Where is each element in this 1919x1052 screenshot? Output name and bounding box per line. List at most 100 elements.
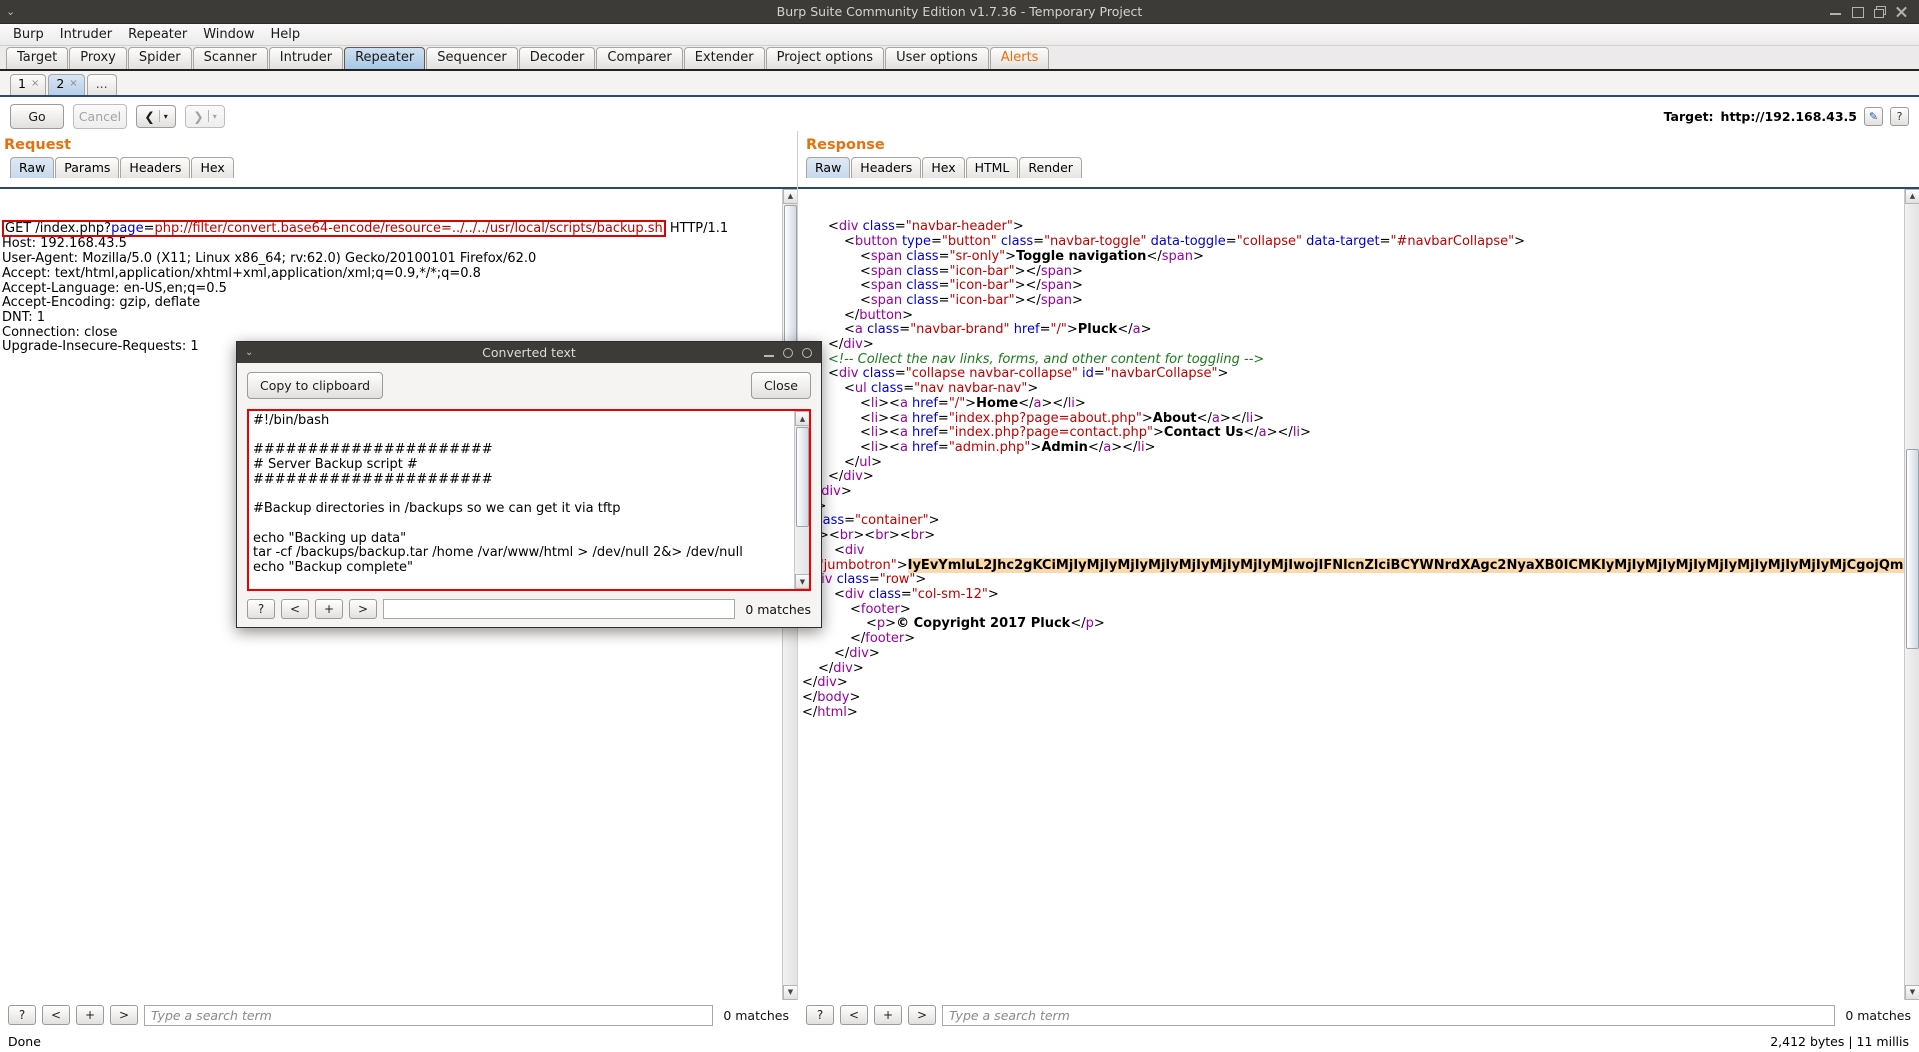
status-left: Done — [8, 1033, 41, 1049]
repeater-tab-new[interactable]: ... — [86, 74, 117, 95]
request-tab-hex[interactable]: Hex — [191, 157, 234, 178]
request-tab-headers[interactable]: Headers — [120, 157, 191, 178]
menu-item-burp[interactable]: Burp — [6, 25, 51, 44]
response-search-input[interactable]: Type a search term — [942, 1004, 1836, 1026]
close-icon[interactable] — [1896, 6, 1907, 17]
window-controls — [1830, 6, 1919, 18]
response-tab-html[interactable]: HTML — [965, 157, 1019, 178]
dialog-search-help-icon[interactable]: ? — [247, 599, 275, 619]
scroll-down-icon[interactable]: ▼ — [1905, 985, 1919, 1000]
repeater-tab-2[interactable]: 2 × — [48, 74, 85, 95]
request-header-accept-language: Accept-Language: en-US,en;q=0.5 — [2, 280, 227, 296]
tab-comparer[interactable]: Comparer — [596, 47, 683, 69]
menu-item-intruder[interactable]: Intruder — [53, 25, 119, 44]
divider — [207, 110, 209, 122]
scroll-down-icon[interactable]: ▼ — [783, 985, 797, 1000]
scrollbar-thumb[interactable] — [796, 427, 809, 527]
repeater-tab-1-close-icon[interactable]: × — [31, 76, 39, 92]
scroll-up-icon[interactable]: ▲ — [1905, 189, 1919, 204]
dialog-vertical-scrollbar[interactable]: ▲ ▼ — [794, 411, 809, 589]
copy-to-clipboard-button[interactable]: Copy to clipboard — [247, 372, 384, 399]
request-header-user-agent: User-Agent: Mozilla/5.0 (X11; Linux x86_… — [2, 251, 537, 267]
response-tab-headers[interactable]: Headers — [851, 157, 922, 178]
tab-user-options[interactable]: User options — [885, 47, 989, 69]
dialog-search-input[interactable] — [383, 599, 736, 619]
scrollbar-thumb[interactable] — [1906, 449, 1919, 649]
dialog-minimize-icon[interactable] — [764, 348, 774, 358]
dialog-maximize-icon[interactable] — [783, 347, 793, 358]
tab-repeater[interactable]: Repeater — [344, 47, 426, 69]
repeater-tab-bar: 1 × 2 × ... — [0, 71, 1919, 97]
back-button[interactable]: ❮ ▾ — [136, 104, 176, 128]
tab-target[interactable]: Target — [6, 47, 69, 69]
response-pane: Response Raw Headers Hex HTML Render <di… — [797, 131, 1919, 1000]
response-title: Response — [806, 137, 885, 153]
tab-extender[interactable]: Extender — [683, 47, 765, 69]
scroll-down-icon[interactable]: ▼ — [795, 574, 809, 589]
request-tab-raw[interactable]: Raw — [10, 157, 55, 178]
request-header-accept: Accept: text/html,application/xhtml+xml,… — [2, 265, 481, 281]
tab-proxy[interactable]: Proxy — [69, 47, 127, 69]
scroll-up-icon[interactable]: ▲ — [795, 411, 809, 426]
maximize-icon[interactable] — [1852, 6, 1864, 18]
response-search-add-icon[interactable]: + — [874, 1005, 902, 1025]
scroll-up-icon[interactable]: ▲ — [783, 189, 797, 204]
request-search-prev-icon[interactable]: < — [42, 1005, 70, 1025]
request-tab-bar: Raw Params Headers Hex — [0, 155, 797, 178]
response-tab-render[interactable]: Render — [1019, 157, 1082, 178]
tab-decoder[interactable]: Decoder — [518, 47, 596, 69]
dialog-menu-chevron-icon[interactable]: ⌄ — [245, 347, 253, 358]
request-tab-params[interactable]: Params — [55, 157, 120, 178]
menu-item-repeater[interactable]: Repeater — [121, 25, 194, 44]
minimize-icon[interactable] — [1830, 6, 1841, 17]
tab-spider[interactable]: Spider — [127, 47, 192, 69]
repeater-tab-1-label: 1 — [18, 76, 26, 91]
request-search-bar: ? < + > Type a search term 0 matches — [0, 1000, 797, 1030]
window-menu-chevron-icon[interactable]: ⌄ — [6, 5, 15, 18]
tab-project-options[interactable]: Project options — [765, 47, 885, 69]
request-search-add-icon[interactable]: + — [76, 1005, 104, 1025]
request-header-host: Host: 192.168.43.5 — [2, 236, 127, 252]
response-editor-wrap: <div class="navbar-header"> <button type… — [798, 187, 1919, 1000]
tab-scanner[interactable]: Scanner — [192, 47, 268, 69]
dialog-search-next-icon[interactable]: > — [349, 599, 377, 619]
request-search-next-icon[interactable]: > — [110, 1005, 138, 1025]
target-url: http://192.168.43.5 — [1720, 108, 1857, 124]
menu-item-help[interactable]: Help — [264, 25, 308, 44]
response-tab-raw[interactable]: Raw — [806, 157, 851, 178]
request-search-input[interactable]: Type a search term — [144, 1004, 714, 1026]
chevron-left-icon: ❮ — [144, 108, 155, 124]
tab-sequencer[interactable]: Sequencer — [426, 47, 518, 69]
main-tab-bar: Target Proxy Spider Scanner Intruder Rep… — [0, 46, 1919, 71]
close-button[interactable]: Close — [750, 372, 811, 399]
menu-item-window[interactable]: Window — [196, 25, 261, 44]
response-search-next-icon[interactable]: > — [908, 1005, 936, 1025]
repeater-tab-2-label: 2 — [56, 76, 65, 91]
dialog-search-add-icon[interactable]: + — [315, 599, 343, 619]
tab-intruder[interactable]: Intruder — [268, 47, 344, 69]
response-tab-hex[interactable]: Hex — [922, 157, 965, 178]
converted-text-area[interactable]: #!/bin/bash ###################### # Ser… — [249, 411, 793, 589]
request-search-help-icon[interactable]: ? — [8, 1005, 36, 1025]
response-search-help-icon[interactable]: ? — [806, 1005, 834, 1025]
dialog-search-prev-icon[interactable]: < — [281, 599, 309, 619]
edit-target-button[interactable]: ✎ — [1864, 106, 1883, 126]
restore-icon[interactable] — [1874, 6, 1886, 18]
go-button[interactable]: Go — [10, 103, 64, 129]
request-header-accept-encoding: Accept-Encoding: gzip, deflate — [2, 295, 201, 311]
response-vertical-scrollbar[interactable]: ▲ ▼ — [1904, 189, 1919, 1000]
request-header-connection: Connection: close — [2, 324, 118, 340]
repeater-tab-1[interactable]: 1 × — [10, 74, 47, 95]
tab-alerts[interactable]: Alerts — [989, 47, 1050, 69]
repeater-tab-2-close-icon[interactable]: × — [69, 76, 77, 92]
dialog-search-bar: ? < + > 0 matches — [247, 599, 811, 619]
help-button[interactable]: ? — [1890, 106, 1909, 126]
burp-suite-window: ⌄ Burp Suite Community Edition v1.7.36 -… — [0, 0, 1919, 1052]
request-equals: = — [143, 221, 155, 237]
response-editor[interactable]: <div class="navbar-header"> <button type… — [798, 187, 1919, 1000]
chevron-down-icon: ▾ — [163, 111, 168, 121]
dialog-close-icon[interactable] — [802, 347, 812, 358]
response-search-prev-icon[interactable]: < — [840, 1005, 868, 1025]
chevron-right-icon: ❯ — [193, 108, 204, 124]
repeater-toolbar: Go Cancel ❮ ▾ ❯ ▾ Target: http://192.168… — [0, 97, 1919, 135]
